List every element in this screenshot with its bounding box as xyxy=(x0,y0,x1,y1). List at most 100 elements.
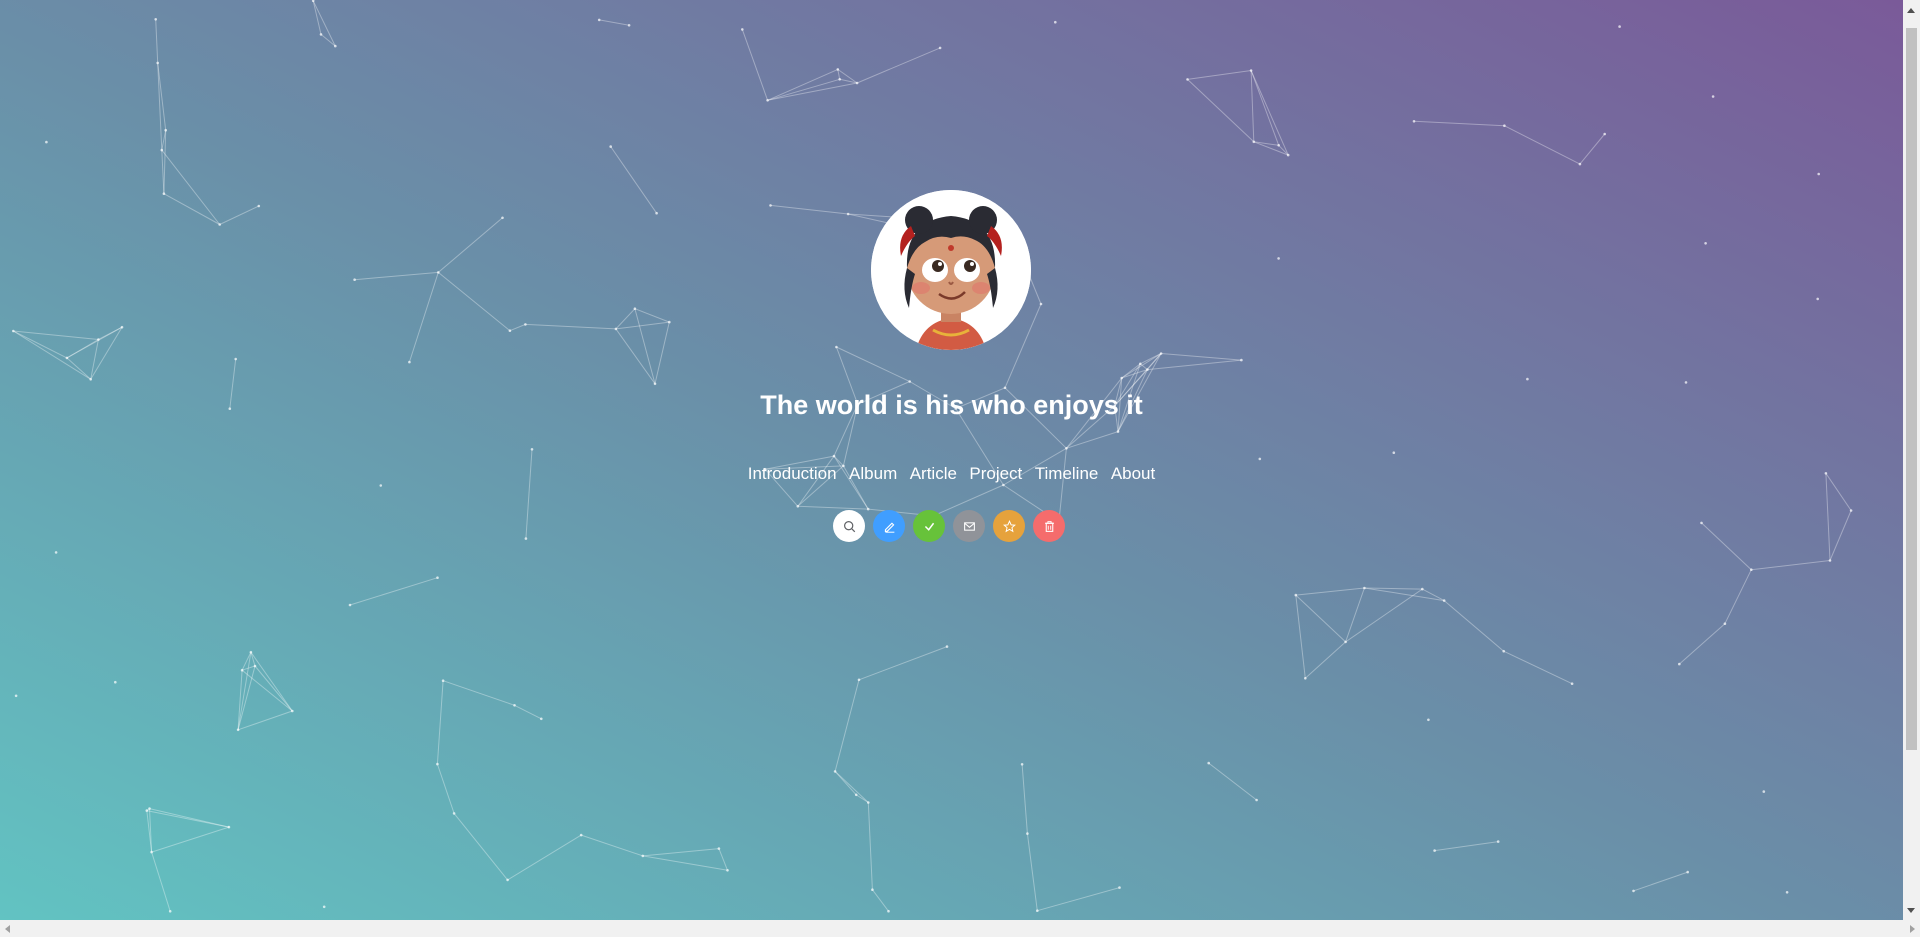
particle-dot xyxy=(609,145,612,148)
particle-link xyxy=(1026,833,1038,911)
particle-link xyxy=(442,680,515,706)
vertical-scrollbar-thumb[interactable] xyxy=(1906,28,1917,750)
particle-dot xyxy=(832,454,836,458)
particle-link xyxy=(1701,522,1752,571)
particle-dot xyxy=(322,905,326,909)
particle-dot xyxy=(501,216,504,220)
particle-dot xyxy=(1618,25,1621,28)
particle-dot xyxy=(160,148,164,152)
edit-icon xyxy=(884,521,894,533)
particle-dot xyxy=(1363,586,1366,590)
particle-link xyxy=(155,19,159,63)
nav-about[interactable]: About xyxy=(1111,464,1155,484)
check-button[interactable] xyxy=(913,510,945,542)
particle-dot xyxy=(1427,718,1430,722)
particle-network xyxy=(12,0,1853,913)
edit-button[interactable] xyxy=(873,510,905,542)
particle-dot xyxy=(1578,162,1582,166)
particle-dot xyxy=(12,329,15,333)
particle-dot xyxy=(1286,153,1290,157)
message-icon xyxy=(963,521,975,531)
particle-link xyxy=(146,810,229,828)
particle-link xyxy=(1037,887,1120,912)
scroll-up-arrow[interactable] xyxy=(1907,8,1915,13)
particle-link xyxy=(408,272,439,363)
particle-dot xyxy=(1146,368,1149,371)
particle-link xyxy=(1633,871,1688,892)
particle-dot xyxy=(540,717,543,721)
particle-dot xyxy=(1412,120,1416,123)
particle-dot xyxy=(741,28,744,31)
scroll-down-arrow[interactable] xyxy=(1907,908,1915,913)
particle-link xyxy=(615,328,656,385)
star-icon xyxy=(1002,519,1016,532)
particle-dot xyxy=(154,18,157,21)
particle-dot xyxy=(855,81,859,85)
nav-timeline[interactable]: Timeline xyxy=(1035,464,1099,484)
particle-dot xyxy=(156,61,159,65)
particle-dot xyxy=(506,878,509,882)
particle-dot xyxy=(150,850,153,854)
particle-link xyxy=(767,68,839,101)
particle-dot xyxy=(1252,140,1256,144)
particle-dot xyxy=(1186,78,1189,81)
particle-dot xyxy=(1039,302,1043,306)
particle-dot xyxy=(633,307,637,311)
particle-link xyxy=(161,149,221,225)
particle-link xyxy=(1295,595,1306,679)
particle-dot xyxy=(1632,889,1635,893)
particle-dot xyxy=(668,320,671,324)
search-button[interactable] xyxy=(833,510,865,542)
nav-article[interactable]: Article xyxy=(910,464,957,484)
message-button[interactable] xyxy=(953,510,985,542)
particle-link xyxy=(237,652,252,730)
scroll-right-arrow[interactable] xyxy=(1910,925,1915,933)
scroll-left-arrow[interactable] xyxy=(5,925,10,933)
particle-dot xyxy=(1700,521,1703,525)
particle-link xyxy=(525,323,616,330)
nav-project[interactable]: Project xyxy=(969,464,1022,484)
particle-link xyxy=(254,665,293,712)
particle-dot xyxy=(513,704,516,707)
particle-dot xyxy=(1442,599,1446,602)
particle-dot xyxy=(717,847,721,850)
particle-link xyxy=(871,889,889,912)
particle-dot xyxy=(145,809,149,812)
particle-dot xyxy=(938,46,942,50)
delete-icon xyxy=(1044,520,1054,532)
star-button[interactable] xyxy=(993,510,1025,542)
particle-link xyxy=(867,802,873,890)
particle-dot xyxy=(249,650,253,654)
particle-dot xyxy=(524,323,527,326)
particle-dot xyxy=(908,380,911,383)
particle-link xyxy=(767,82,858,101)
particle-dot xyxy=(1817,172,1820,176)
particle-dot xyxy=(836,68,840,71)
particle-link xyxy=(1304,641,1346,679)
particle-dot xyxy=(408,360,411,364)
particle-link xyxy=(453,813,508,881)
particle-link xyxy=(1579,133,1606,165)
particle-dot xyxy=(236,728,240,732)
particle-link xyxy=(1250,70,1255,142)
nav-introduction[interactable]: Introduction xyxy=(748,464,837,484)
particle-dot xyxy=(218,223,221,226)
particle-link xyxy=(1187,79,1255,143)
particle-link xyxy=(797,505,869,510)
particle-dot xyxy=(1828,559,1832,562)
particle-dot xyxy=(887,909,890,913)
nav-album[interactable]: Album xyxy=(849,464,897,484)
particle-dot xyxy=(508,329,512,333)
particle-link xyxy=(599,19,630,26)
particle-link xyxy=(1504,125,1581,165)
particle-dot xyxy=(1570,682,1574,685)
particle-dot xyxy=(168,910,172,913)
particle-link xyxy=(1443,600,1505,652)
horizontal-scrollbar[interactable] xyxy=(0,920,1920,937)
particle-dot xyxy=(1116,430,1120,433)
particle-dot xyxy=(769,204,772,207)
delete-button[interactable] xyxy=(1033,510,1065,542)
particle-link xyxy=(654,321,670,384)
particle-link xyxy=(436,680,444,765)
particle-link xyxy=(525,449,533,539)
